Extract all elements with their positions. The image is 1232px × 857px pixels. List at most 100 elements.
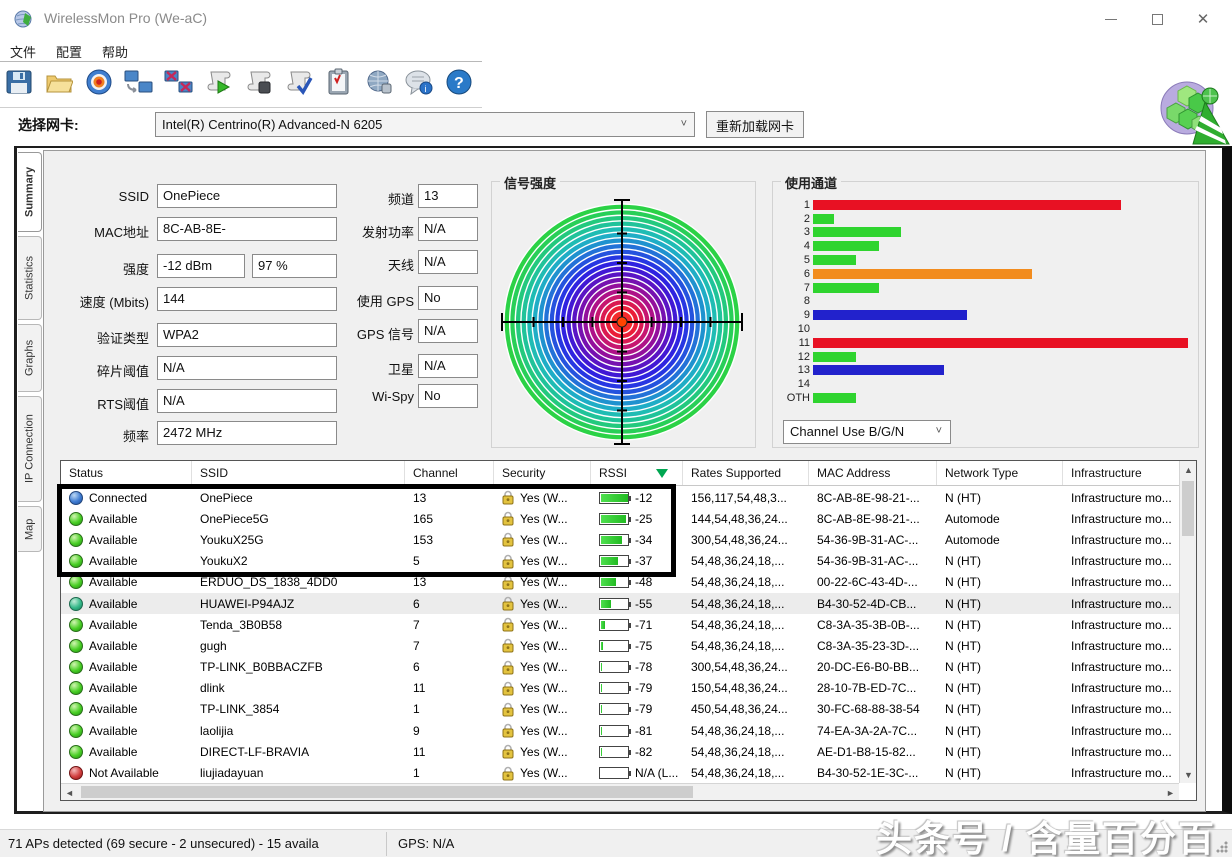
cell-rates: 54,48,36,24,18,... bbox=[691, 638, 785, 653]
svg-text:i: i bbox=[425, 84, 427, 94]
table-row[interactable]: Available laolijia 9 Yes (W... -81 54,48,36,2… bbox=[61, 720, 1179, 742]
table-row[interactable]: Available YoukuX25G 153 Yes (W... -34 300,54,… bbox=[61, 529, 1179, 551]
col-mac[interactable]: MAC Address bbox=[809, 461, 937, 485]
menu-help[interactable]: 帮助 bbox=[92, 38, 138, 61]
table-row[interactable]: Available dlink 11 Yes (W... -79 150,54,48,36… bbox=[61, 677, 1179, 699]
table-row[interactable]: Available gugh 7 Yes (W... -75 54,48,36,24,18… bbox=[61, 635, 1179, 657]
cell-network-type: N (HT) bbox=[945, 596, 981, 611]
field-channel[interactable]: 13 bbox=[418, 184, 478, 208]
help-icon[interactable]: ? bbox=[444, 66, 474, 98]
open-folder-icon[interactable] bbox=[44, 66, 74, 98]
tab-summary[interactable]: Summary bbox=[18, 152, 42, 232]
scroll-down-icon[interactable]: ▼ bbox=[1180, 766, 1197, 783]
tab-statistics[interactable]: Statistics bbox=[18, 236, 42, 320]
channel-row: 1 bbox=[783, 198, 1188, 212]
menu-file[interactable]: 文件 bbox=[0, 38, 46, 61]
cell-network-type: Automode bbox=[945, 511, 1000, 526]
web-check-icon[interactable] bbox=[364, 66, 394, 98]
rssi-bar-icon bbox=[599, 661, 631, 674]
table-row[interactable]: Available ERDUO_DS_1838_4DD0 13 Yes (W... -4… bbox=[61, 571, 1179, 593]
col-rssi[interactable]: RSSI bbox=[591, 461, 683, 485]
col-ssid[interactable]: SSID bbox=[192, 461, 405, 485]
status-orb-icon bbox=[69, 490, 83, 505]
title-bar: WirelessMon Pro (We-aC) ✕ bbox=[0, 0, 1232, 38]
menu-config[interactable]: 配置 bbox=[46, 38, 92, 61]
channel-row: 8 bbox=[783, 295, 1188, 309]
tab-map[interactable]: Map bbox=[18, 506, 42, 552]
col-network-type[interactable]: Network Type bbox=[937, 461, 1063, 485]
cell-mac: 8C-AB-8E-98-21-... bbox=[817, 490, 920, 505]
field-antenna[interactable]: N/A bbox=[418, 250, 478, 274]
verify-log-icon[interactable] bbox=[284, 66, 314, 98]
save-icon[interactable] bbox=[4, 66, 34, 98]
scroll-left-icon[interactable]: ◄ bbox=[61, 784, 78, 801]
col-channel[interactable]: Channel bbox=[405, 461, 494, 485]
vertical-scroll-thumb[interactable] bbox=[1182, 481, 1194, 536]
horizontal-scrollbar[interactable]: ◄ ► bbox=[61, 783, 1179, 800]
table-row[interactable]: Available YoukuX2 5 Yes (W... -37 54,48,36,24… bbox=[61, 550, 1179, 572]
toolbar: i ? bbox=[4, 66, 474, 106]
channel-mode-select[interactable]: Channel Use B/G/N ˅ bbox=[783, 420, 951, 444]
minimize-button[interactable] bbox=[1088, 0, 1134, 38]
lock-icon bbox=[502, 596, 514, 611]
field-label-frag: 碎片阈值 bbox=[96, 364, 149, 379]
channel-mode-value: Channel Use B/G/N bbox=[790, 424, 905, 439]
table-row[interactable]: Available DIRECT-LF-BRAVIA 11 Yes (W... -82 5… bbox=[61, 741, 1179, 763]
vertical-scrollbar[interactable]: ▲ ▼ bbox=[1179, 461, 1196, 783]
chevron-down-icon: ˅ bbox=[680, 118, 687, 130]
table-row[interactable]: Available HUAWEI-P94AJZ 6 Yes (W... -55 54,48… bbox=[61, 592, 1179, 615]
disconnect-icon[interactable] bbox=[164, 66, 194, 98]
stop-log-icon[interactable] bbox=[244, 66, 274, 98]
table-row[interactable]: Not Available liujiadayuan 1 Yes (W... N/A (… bbox=[61, 762, 1179, 783]
cell-rates: 450,54,48,36,24... bbox=[691, 702, 788, 717]
close-button[interactable]: ✕ bbox=[1180, 0, 1226, 38]
adapter-select[interactable]: Intel(R) Centrino(R) Advanced-N 6205 ˅ bbox=[155, 112, 695, 137]
start-log-icon[interactable] bbox=[204, 66, 234, 98]
col-status[interactable]: Status bbox=[61, 461, 192, 485]
channel-label: OTH bbox=[786, 392, 810, 405]
scroll-right-icon[interactable]: ► bbox=[1162, 784, 1179, 801]
channel-bar bbox=[813, 282, 879, 293]
field-strength-dbm[interactable]: -12 dBm bbox=[157, 254, 245, 278]
field-use-gps[interactable]: No bbox=[418, 286, 478, 310]
cell-infrastructure: Infrastructure mo... bbox=[1071, 702, 1172, 717]
lock-icon bbox=[502, 702, 514, 717]
channel-bar bbox=[813, 365, 945, 376]
channel-label: 10 bbox=[797, 323, 810, 336]
cell-mac: AE-D1-B8-15-82... bbox=[817, 744, 916, 759]
col-infrastructure[interactable]: Infrastructure bbox=[1063, 461, 1179, 485]
reload-adapter-button[interactable]: 重新加载网卡 bbox=[706, 111, 805, 138]
adapter-label: 选择网卡: bbox=[18, 117, 79, 133]
cell-channel: 165 bbox=[413, 511, 434, 526]
field-satellites[interactable]: N/A bbox=[418, 354, 478, 378]
cell-mac: 8C-AB-8E-98-21-... bbox=[817, 511, 920, 526]
cell-ssid: OnePiece5G bbox=[200, 511, 269, 526]
tab-graphs[interactable]: Graphs bbox=[18, 324, 42, 392]
field-wispy[interactable]: No bbox=[418, 384, 478, 408]
table-row[interactable]: Available TP-LINK_3854 1 Yes (W... -79 450,54… bbox=[61, 698, 1179, 721]
maximize-button[interactable] bbox=[1134, 0, 1180, 38]
reconnect-icon[interactable] bbox=[124, 66, 154, 98]
cell-infrastructure: Infrastructure mo... bbox=[1071, 744, 1172, 759]
report-icon[interactable] bbox=[324, 66, 354, 98]
horizontal-scroll-thumb[interactable] bbox=[81, 786, 693, 798]
field-label-antenna: 天线 bbox=[387, 258, 414, 273]
field-gps-signal[interactable]: N/A bbox=[418, 319, 478, 343]
resize-grip[interactable] bbox=[1216, 841, 1228, 853]
table-row[interactable]: Available Tenda_3B0B58 7 Yes (W... -71 54,48,… bbox=[61, 614, 1179, 636]
field-txpower[interactable]: N/A bbox=[418, 217, 478, 241]
tab-ip-connection[interactable]: IP Connection bbox=[18, 396, 42, 502]
field-label-rts: RTS阈值 bbox=[97, 397, 149, 412]
chat-info-icon[interactable]: i bbox=[404, 66, 434, 98]
target-icon[interactable] bbox=[84, 66, 114, 98]
table-row[interactable]: Connected OnePiece 13 Yes (W... -12 156,117,5… bbox=[61, 487, 1179, 509]
col-rates[interactable]: Rates Supported bbox=[683, 461, 809, 485]
scroll-up-icon[interactable]: ▲ bbox=[1180, 461, 1197, 478]
table-row[interactable]: Available OnePiece5G 165 Yes (W... -25 144,54… bbox=[61, 508, 1179, 530]
field-freq[interactable]: 2472 MHz bbox=[157, 421, 337, 445]
col-security[interactable]: Security bbox=[494, 461, 591, 485]
table-row[interactable]: Available TP-LINK_B0BBACZFB 6 Yes (W... -78 3… bbox=[61, 656, 1179, 678]
cell-rates: 144,54,48,36,24... bbox=[691, 511, 788, 526]
sort-desc-icon bbox=[656, 469, 668, 478]
summary-panel: SSID OnePiece MAC地址 8C-AB-8E- 强度 -12 dBm… bbox=[43, 150, 1206, 812]
